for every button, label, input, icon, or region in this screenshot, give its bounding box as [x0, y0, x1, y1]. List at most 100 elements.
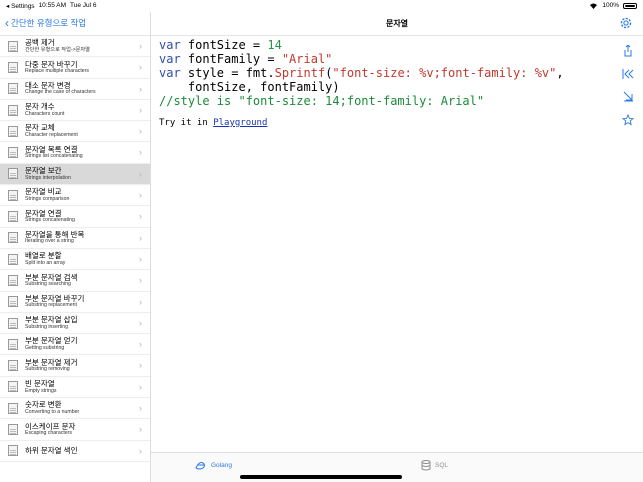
back-to-settings[interactable]: ◂ Settings	[6, 2, 35, 10]
list-item[interactable]: 문자열 비교 Strings comparison ›	[0, 185, 150, 207]
chevron-right-icon: ›	[139, 253, 142, 264]
code-token: ,	[556, 66, 564, 80]
back-button[interactable]: ‹ 간단한 유형으로 작업	[5, 17, 86, 29]
try-it-prefix: Try it in	[159, 118, 214, 128]
list-item-title: 부분 문자열 삽입	[25, 315, 78, 325]
share-icon[interactable]	[621, 44, 635, 57]
list-item-subtitle: Empty strings	[25, 387, 57, 394]
code-line: //style is "font-size: 14;font-family: A…	[159, 94, 564, 108]
chevron-right-icon: ›	[139, 360, 142, 371]
list-item-title: 문자열 보간	[25, 166, 62, 176]
code-token: "font-size: %v;font-family: %v"	[332, 66, 557, 80]
list-item-subtitle: 간단한 유형으로 작업->문자열	[25, 46, 90, 53]
battery-percent: 100%	[602, 2, 619, 9]
wifi-icon	[590, 3, 598, 9]
code-line: var fontFamily = "Arial"	[159, 52, 564, 66]
list-item[interactable]: 하위 문자열 색인 ›	[0, 441, 150, 462]
list-item-title: 공백 제거	[25, 38, 55, 48]
list-item-text: 문자 개수 Characters count	[25, 103, 150, 117]
list-item[interactable]: 부분 문자열 바꾸기 Substring replacement ›	[0, 292, 150, 313]
list-item[interactable]: 문자열 목록 연결 Strings list concatenating ›	[0, 142, 150, 164]
list-item-title: 배열로 분할	[25, 251, 62, 261]
list-item-title: 빈 문자열	[25, 379, 55, 389]
database-icon	[421, 460, 431, 471]
chevron-right-icon: ›	[139, 445, 142, 456]
list-item[interactable]: 대소 문자 변경 Change the case of characters ›	[0, 79, 150, 100]
code-line: var fontSize = 14	[159, 38, 564, 52]
document-icon	[8, 61, 18, 73]
list-item[interactable]: 부분 문자열 얻기 Getting substring ›	[0, 334, 150, 356]
chevron-right-icon: ›	[139, 147, 142, 158]
collapse-icon[interactable]	[621, 90, 635, 103]
document-icon	[8, 168, 18, 180]
list-item-title: 부분 문자열 바꾸기	[25, 293, 85, 303]
list-item[interactable]: 다중 문자 바꾸기 Replace multiple characters ›	[0, 57, 150, 79]
star-icon[interactable]	[621, 113, 635, 126]
list-item-subtitle: Getting substring	[25, 344, 65, 351]
chevron-left-icon: ‹	[5, 16, 9, 30]
code-token: var	[159, 52, 188, 66]
list-item[interactable]: 문자 교체 Character replacement ›	[0, 121, 150, 143]
tab-golang[interactable]: Golang	[195, 460, 232, 470]
list-item[interactable]: 문자열 보간 Strings interpolation ›	[0, 163, 150, 186]
gear-icon[interactable]	[619, 16, 633, 30]
chevron-right-icon: ›	[139, 62, 142, 73]
chevron-right-icon: ›	[139, 104, 142, 115]
document-icon	[8, 317, 18, 329]
document-icon	[8, 40, 18, 52]
code-token: "Arial"	[281, 52, 333, 66]
document-icon	[8, 274, 18, 286]
detail-nav-bar: 문자열	[151, 12, 643, 36]
list-item[interactable]: 배열로 분할 Split into an array ›	[0, 249, 150, 271]
playground-link[interactable]: Playground	[213, 118, 267, 128]
list-item[interactable]: 부분 문자열 검색 Substring searching ›	[0, 270, 150, 292]
tab-sql[interactable]: SQL	[421, 460, 448, 471]
code-token: fontSize, fontFamily)	[159, 80, 340, 94]
status-date: Tue Jul 6	[70, 2, 97, 9]
list-item-text: 문자열 목록 연결 Strings list concatenating	[25, 146, 150, 160]
list-item-text: 부분 문자열 얻기 Getting substring	[25, 337, 150, 351]
document-icon	[8, 83, 18, 95]
list-item-text: 대소 문자 변경 Change the case of characters	[25, 82, 150, 96]
document-icon	[8, 104, 18, 116]
list-item[interactable]: 부분 문자열 제거 Substring removing ›	[0, 355, 150, 377]
chevron-right-icon: ›	[139, 275, 142, 286]
document-icon	[8, 147, 18, 159]
list-item[interactable]: 빈 문자열 Empty strings ›	[0, 377, 150, 399]
status-bar: ◂ Settings 10:55 AM Tue Jul 6 100%	[0, 0, 643, 12]
page-title: 문자열	[385, 19, 409, 28]
code-token: fontFamily =	[187, 52, 282, 66]
code-line: fontSize, fontFamily)	[159, 80, 564, 94]
list-item[interactable]: 문자열 연결 Strings concatenating ›	[0, 206, 150, 228]
list-item-subtitle: Replace multiple characters	[25, 68, 90, 75]
action-icons	[621, 44, 635, 126]
list-item-text: 문자열을 통해 반복 Iterating over a string	[25, 231, 150, 245]
chevron-right-icon: ›	[139, 296, 142, 307]
list-item[interactable]: 문자 개수 Characters count ›	[0, 100, 150, 122]
list-item-subtitle: Strings comparison	[25, 195, 70, 202]
list-item-text: 문자열 보간 Strings interpolation	[25, 167, 150, 181]
document-icon	[8, 296, 18, 308]
code-token: //style is "font-size: 14;font-family: A…	[159, 94, 485, 108]
list-item[interactable]: 부분 문자열 삽입 Substring inserting ›	[0, 313, 150, 335]
tab-golang-label: Golang	[211, 461, 232, 469]
list-item-text: 빈 문자열 Empty strings	[25, 380, 150, 394]
code-token: var	[159, 38, 188, 52]
home-indicator[interactable]	[240, 475, 402, 479]
list-item-subtitle: Strings interpolation	[25, 174, 71, 181]
try-it-line: Try it in Playground	[159, 118, 267, 128]
first-page-icon[interactable]	[621, 67, 635, 80]
list-item-text: 부분 문자열 제거 Substring removing	[25, 359, 150, 373]
chevron-right-icon: ›	[139, 126, 142, 137]
status-time: 10:55 AM	[38, 2, 67, 9]
list-item[interactable]: 이스케이프 문자 Escaping characters ›	[0, 419, 150, 441]
list-item-subtitle: Substring searching	[25, 281, 71, 288]
list-item[interactable]: 문자열을 통해 반복 Iterating over a string ›	[0, 228, 150, 249]
list-item-title: 부분 문자열 제거	[25, 357, 78, 367]
list-item-text: 숫자로 변환 Converting to a number	[25, 401, 150, 415]
list-item[interactable]: 공백 제거 간단한 유형으로 작업->문자열 ›	[0, 36, 150, 58]
chevron-right-icon: ›	[139, 83, 142, 94]
list-item[interactable]: 숫자로 변환 Converting to a number ›	[0, 398, 150, 420]
document-icon	[8, 402, 18, 414]
list-item-text: 부분 문자열 바꾸기 Substring replacement	[25, 295, 150, 309]
